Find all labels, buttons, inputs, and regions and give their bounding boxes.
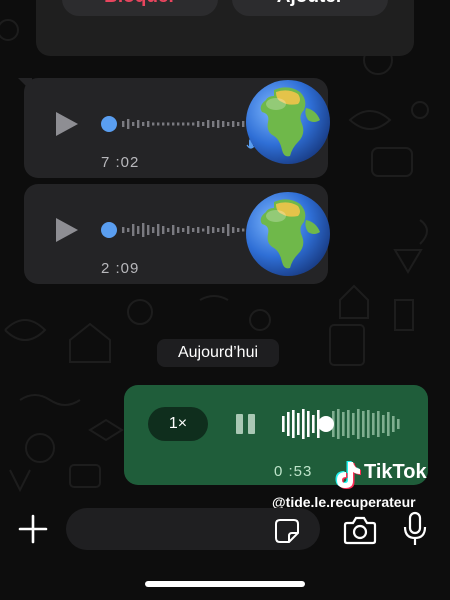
tiktok-brand-text: TikTok bbox=[364, 461, 427, 483]
voice-duration: 7 :02 bbox=[101, 154, 140, 171]
voice-waveform[interactable] bbox=[100, 110, 250, 138]
incoming-voice-message[interactable]: 2 :09 bbox=[24, 184, 330, 284]
tiktok-logo-icon bbox=[335, 461, 361, 489]
date-separator: Aujourd’hui bbox=[157, 339, 279, 367]
play-icon[interactable] bbox=[56, 112, 78, 136]
voice-elapsed-time: 0 :53 bbox=[274, 463, 313, 480]
unknown-contact-card: Bloquer Ajouter bbox=[36, 0, 414, 56]
block-button[interactable]: Bloquer bbox=[62, 0, 218, 16]
earth-globe-avatar-icon[interactable] bbox=[244, 78, 332, 166]
plus-icon[interactable] bbox=[18, 514, 48, 544]
earth-globe-avatar-icon[interactable] bbox=[244, 190, 332, 278]
incoming-voice-message[interactable]: 7 :02 bbox=[18, 78, 330, 178]
microphone-icon[interactable] bbox=[402, 511, 428, 547]
voice-waveform-progress[interactable] bbox=[280, 407, 404, 441]
playback-speed-button[interactable]: 1× bbox=[148, 407, 208, 441]
play-icon[interactable] bbox=[56, 218, 78, 242]
tiktok-watermark: TikTok bbox=[333, 457, 443, 491]
voice-duration: 2 :09 bbox=[101, 260, 140, 277]
home-indicator[interactable] bbox=[145, 581, 305, 587]
sticker-icon[interactable] bbox=[274, 518, 300, 544]
add-contact-button[interactable]: Ajouter bbox=[232, 0, 388, 16]
voice-waveform[interactable] bbox=[100, 216, 250, 244]
pause-icon[interactable] bbox=[236, 414, 256, 434]
camera-icon[interactable] bbox=[343, 515, 377, 545]
